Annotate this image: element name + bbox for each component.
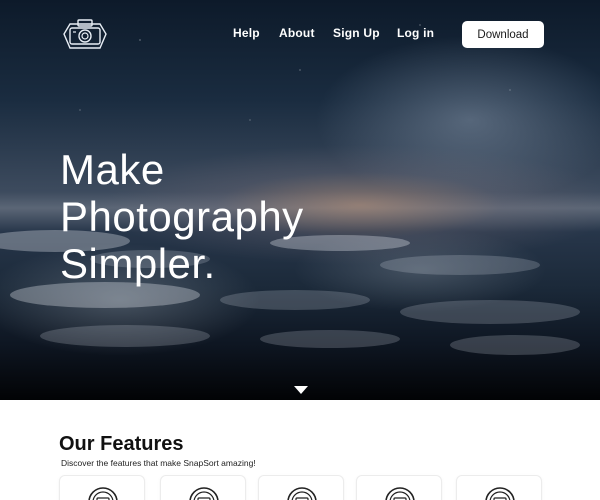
feature-card[interactable] — [456, 475, 542, 500]
feature-camera-icon — [484, 486, 516, 500]
top-nav: Help About Sign Up Log in Download — [0, 0, 600, 70]
hero-section: Help About Sign Up Log in Download Make … — [0, 0, 600, 400]
ice-floe — [40, 325, 210, 347]
features-subtitle: Discover the features that make SnapSort… — [61, 458, 256, 468]
nav-link-log-in[interactable]: Log in — [397, 26, 434, 40]
feature-camera-icon — [87, 486, 119, 500]
ice-floe — [260, 330, 400, 348]
ice-floe — [380, 255, 540, 275]
feature-card[interactable] — [356, 475, 442, 500]
feature-card[interactable] — [59, 475, 145, 500]
feature-card[interactable] — [160, 475, 246, 500]
feature-camera-icon — [188, 486, 220, 500]
caret-down-icon[interactable] — [294, 379, 308, 394]
features-section: Our Features Discover the features that … — [0, 400, 600, 500]
features-title: Our Features — [59, 433, 184, 455]
ice-floe — [400, 300, 580, 324]
feature-card[interactable] — [258, 475, 344, 500]
feature-camera-icon — [286, 486, 318, 500]
nav-link-help[interactable]: Help — [233, 26, 260, 40]
headline-line: Make — [60, 146, 165, 193]
download-button[interactable]: Download — [462, 21, 544, 48]
feature-camera-icon — [384, 486, 416, 500]
headline-line: Photography — [60, 193, 304, 240]
ice-floe — [220, 290, 370, 310]
headline-line: Simpler. — [60, 240, 216, 287]
ice-floe — [450, 335, 580, 355]
nav-link-about[interactable]: About — [279, 26, 315, 40]
camera-logo-icon[interactable] — [62, 14, 108, 54]
hero-headline: Make Photography Simpler. — [60, 146, 380, 287]
nav-link-sign-up[interactable]: Sign Up — [333, 26, 380, 40]
